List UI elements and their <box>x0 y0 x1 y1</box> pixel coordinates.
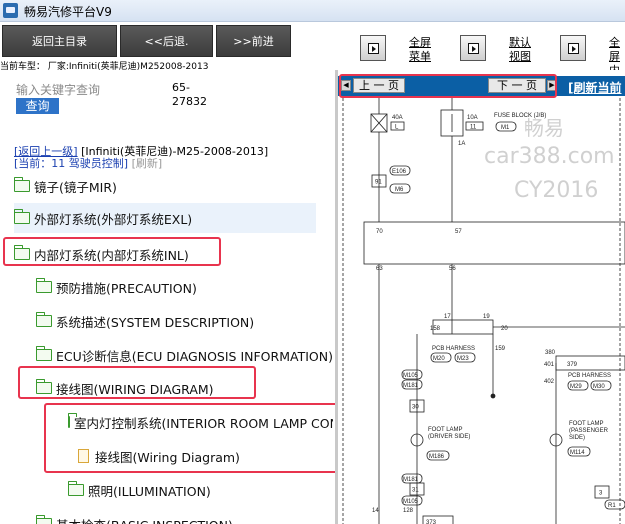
connector-e106: E106 <box>392 169 407 175</box>
connector-m30: M30 <box>593 384 605 390</box>
pcb-harness-1: PCB HARNESS <box>432 346 475 352</box>
watermark-brand: 畅易 <box>524 116 564 140</box>
connector-m20: M20 <box>433 356 445 362</box>
forward-button[interactable]: >>前进 <box>216 25 291 57</box>
folder-icon <box>36 346 52 361</box>
pin-128: 128 <box>403 508 414 514</box>
back-button[interactable]: <<后退. <box>120 25 213 57</box>
pin-31: 31 <box>412 488 419 494</box>
tree-item-system-description[interactable]: 系统描述(SYSTEM DESCRIPTION) <box>36 306 316 336</box>
foot-lamp-passenger-side: SIDE) <box>569 435 585 441</box>
connector-m105-b: M105 <box>403 499 419 505</box>
folder-icon <box>36 515 52 524</box>
tree-item-illumination[interactable]: 照明(ILLUMINATION) <box>68 475 318 505</box>
fullscreen-content-icon[interactable] <box>560 35 586 61</box>
fullscreen-menu-icon[interactable] <box>360 35 386 61</box>
foot-lamp-driver-label: FOOT LAMP <box>428 427 463 433</box>
watermark-site: car388.com <box>484 144 615 169</box>
foot-lamp-driver-side: (DRIVER SIDE) <box>428 434 470 440</box>
pin-379: 379 <box>567 362 578 368</box>
search-count: 65-27832 <box>172 81 207 108</box>
connector-m29: M29 <box>570 384 582 390</box>
pin-373: 373 <box>426 520 437 524</box>
pin-91: 91 <box>375 180 382 186</box>
tree-item-precaution[interactable]: 预防措施(PRECAUTION) <box>36 272 316 302</box>
refresh-current-link[interactable]: [刷新当前 <box>568 79 622 96</box>
default-view-label[interactable]: 默认 视图 <box>509 36 531 64</box>
tree-item-mirror[interactable]: 镜子(镜子MIR) <box>14 171 314 201</box>
pin-158: 158 <box>430 326 441 332</box>
navigation-pane: 输入关键字查询 65-27832 查询 [返回上一级] [Infiniti(英菲… <box>0 70 335 524</box>
pin-17: 17 <box>444 314 451 320</box>
connector-m114: M114 <box>570 450 585 456</box>
app-logo-icon <box>3 3 18 18</box>
connector-m105-a: M105 <box>403 373 419 379</box>
folder-icon <box>36 278 52 293</box>
search-button[interactable]: 查询 <box>16 98 59 114</box>
highlight-box-page-nav <box>339 74 557 98</box>
connector-r1: R1 <box>608 503 616 509</box>
pin-30: 30 <box>412 405 419 411</box>
fullscreen-menu-label[interactable]: 全屏 菜单 <box>409 36 431 64</box>
foot-lamp-passenger-paren: (PASSENGER <box>569 428 609 434</box>
breadcrumb-current: [当前：11 驾驶员控制] <box>14 157 129 170</box>
highlight-box-room-lamp <box>44 403 335 473</box>
pin-401: 401 <box>544 362 555 368</box>
default-view-icon[interactable] <box>460 35 486 61</box>
connector-m186: M186 <box>429 454 445 460</box>
foot-lamp-passenger-label: FOOT LAMP <box>569 421 604 427</box>
pin-19: 19 <box>483 314 490 320</box>
fuse-10a-code: 11 <box>470 125 477 131</box>
diagram-viewer: ◀ 上 一 页 下 一 页 ▶ [刷新当前 40A L 10A 11 FUSE … <box>338 70 625 524</box>
app-title: 畅易汽修平台V9 <box>24 5 112 19</box>
folder-icon <box>14 209 30 224</box>
pin-402: 402 <box>544 379 555 385</box>
fuse-10a-amp: 10A <box>467 115 478 121</box>
title-bar: 畅易汽修平台V9 <box>0 0 625 22</box>
junction-box <box>363 221 625 265</box>
fuse-40a-amp: 40A <box>392 115 403 121</box>
highlight-box-interior-lighting <box>3 237 221 266</box>
folder-icon <box>68 481 84 496</box>
home-button[interactable]: 返回主目录 <box>2 25 117 57</box>
breadcrumb-current-line: [当前：11 驾驶员控制] [刷新] <box>14 155 162 171</box>
connector-m6: M6 <box>395 187 404 193</box>
highlight-box-wiring-diagram <box>18 366 256 399</box>
folder-icon <box>14 177 30 192</box>
connector-m181-b: M181 <box>403 477 419 483</box>
folder-icon <box>36 312 52 327</box>
connector-m23: M23 <box>457 356 469 362</box>
watermark-code: CY2016 <box>514 178 599 203</box>
search-input[interactable]: 输入关键字查询 <box>16 81 100 98</box>
pin-70: 70 <box>376 229 383 235</box>
pin-56: 56 <box>449 266 456 272</box>
pin-57: 57 <box>455 229 462 235</box>
pin-3: 3 <box>599 491 603 497</box>
pin-14: 14 <box>372 508 379 514</box>
breadcrumb-refresh-link[interactable]: [刷新] <box>132 157 163 170</box>
pcb-harness-2: PCB HARNESS <box>568 373 611 379</box>
pin-1a: 1A <box>458 141 465 147</box>
connector-m181-a: M181 <box>403 383 419 389</box>
pin-63: 63 <box>376 266 383 272</box>
pin-159: 159 <box>495 346 506 352</box>
tree-item-basic-inspection[interactable]: 基本检查(BASIC INSPECTION) <box>36 509 326 524</box>
pin-380: 380 <box>545 350 556 356</box>
tree-item-exterior-lighting[interactable]: 外部灯系统(外部灯系统EXL) <box>14 203 316 233</box>
connector-m1: M1 <box>501 125 510 131</box>
